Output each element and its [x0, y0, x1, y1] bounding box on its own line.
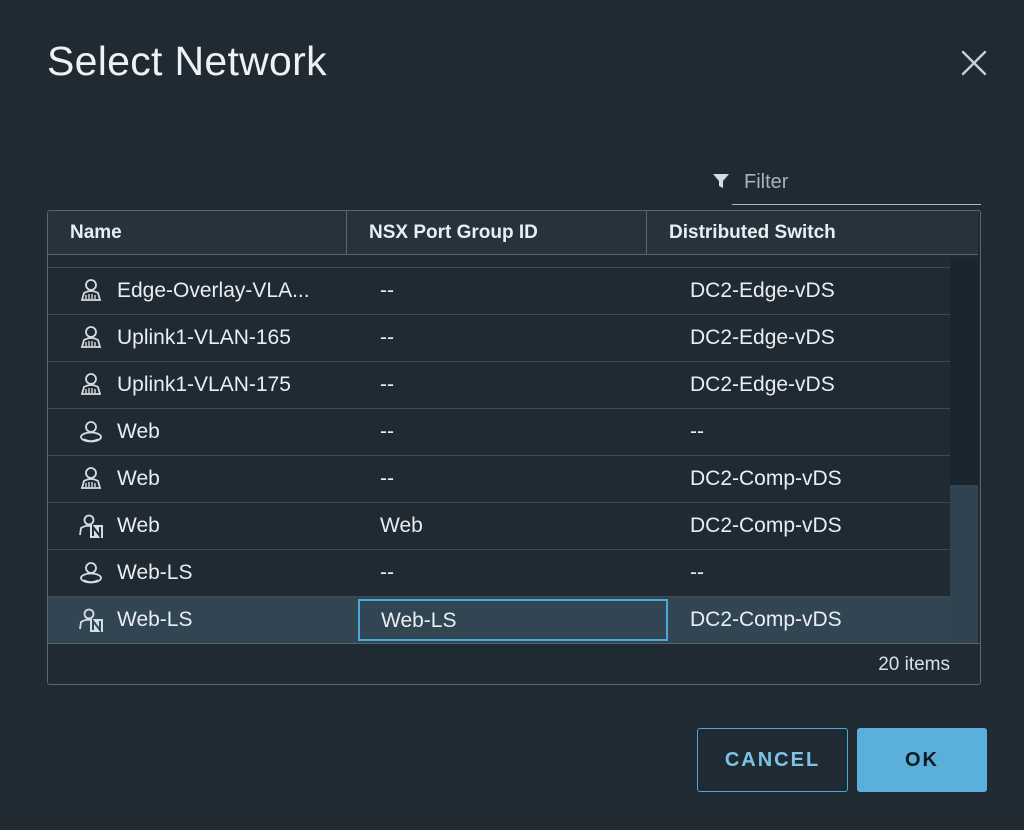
distributed-switch: -- — [690, 420, 704, 443]
table-row[interactable]: Uplink1-VLAN-175 -- DC2-Edge-vDS — [48, 362, 950, 409]
datagrid-body: Edge-Overlay-VLA... -- DC2-Edge-vDS Upli… — [48, 267, 950, 644]
network-name: Uplink1-VLAN-175 — [117, 373, 291, 396]
filter-funnel-icon — [713, 174, 729, 188]
network-name: Web-LS — [117, 608, 193, 631]
item-count: 20 items — [878, 654, 950, 675]
dialog-title: Select Network — [47, 38, 327, 84]
distributed-portgroup-icon — [80, 279, 102, 301]
distributed-portgroup-icon — [80, 373, 102, 395]
ok-button[interactable]: OK — [857, 728, 987, 792]
distributed-switch: DC2-Comp-vDS — [690, 514, 842, 537]
standard-network-icon — [80, 421, 102, 443]
distributed-switch: DC2-Edge-vDS — [690, 326, 835, 349]
port-group-id: -- — [380, 420, 394, 443]
nsx-segment-icon — [79, 608, 103, 633]
standard-network-icon — [80, 562, 102, 584]
table-row[interactable]: Uplink1-VLAN-165 -- DC2-Edge-vDS — [48, 315, 950, 362]
network-name: Uplink1-VLAN-165 — [117, 326, 291, 349]
column-header-nsx-port-group-id[interactable]: NSX Port Group ID — [346, 211, 646, 255]
close-icon — [961, 50, 987, 76]
datagrid-scrollbar[interactable] — [950, 259, 978, 643]
distributed-portgroup-icon — [80, 326, 102, 348]
network-name: Web-LS — [117, 561, 193, 584]
column-header-name[interactable]: Name — [48, 211, 346, 255]
close-button[interactable] — [954, 44, 994, 84]
nsx-segment-icon — [79, 514, 103, 539]
network-datagrid: Name NSX Port Group ID Distributed Switc… — [47, 210, 981, 685]
network-name: Web — [117, 420, 160, 443]
distributed-switch: -- — [690, 561, 704, 584]
table-row[interactable]: Web -- DC2-Comp-vDS — [48, 456, 950, 503]
datagrid-footer: 20 items — [48, 643, 980, 684]
port-group-id: -- — [380, 326, 394, 349]
distributed-portgroup-icon — [80, 467, 102, 489]
network-name: Web — [117, 514, 160, 537]
datagrid-header: Name NSX Port Group ID Distributed Switc… — [48, 211, 978, 255]
scrollbar-thumb[interactable] — [950, 485, 978, 643]
table-row-selected[interactable]: Web-LS Web-LS DC2-Comp-vDS — [48, 597, 950, 644]
port-group-id: -- — [380, 561, 394, 584]
table-row[interactable]: Web Web DC2-Comp-vDS — [48, 503, 950, 550]
distributed-switch: DC2-Comp-vDS — [690, 608, 842, 631]
port-group-id: -- — [380, 373, 394, 396]
network-name: Edge-Overlay-VLA... — [117, 279, 310, 302]
cancel-button[interactable]: CANCEL — [697, 728, 848, 792]
table-row[interactable]: Web -- -- — [48, 409, 950, 456]
port-group-id: Web — [380, 514, 423, 537]
filter-input[interactable] — [742, 166, 977, 198]
port-group-id: -- — [380, 467, 394, 490]
network-name: Web — [117, 467, 160, 490]
port-group-id: -- — [380, 279, 394, 302]
distributed-switch: DC2-Edge-vDS — [690, 279, 835, 302]
table-row[interactable]: Web-LS -- -- — [48, 550, 950, 597]
select-network-dialog: Select Network Name NSX Port Group ID Di… — [0, 0, 1024, 830]
port-group-id-focused-cell[interactable]: Web-LS — [358, 599, 668, 641]
distributed-switch: DC2-Edge-vDS — [690, 373, 835, 396]
column-header-distributed-switch[interactable]: Distributed Switch — [646, 211, 978, 255]
distributed-switch: DC2-Comp-vDS — [690, 467, 842, 490]
filter-box — [713, 164, 981, 205]
table-row[interactable]: Edge-Overlay-VLA... -- DC2-Edge-vDS — [48, 268, 950, 315]
